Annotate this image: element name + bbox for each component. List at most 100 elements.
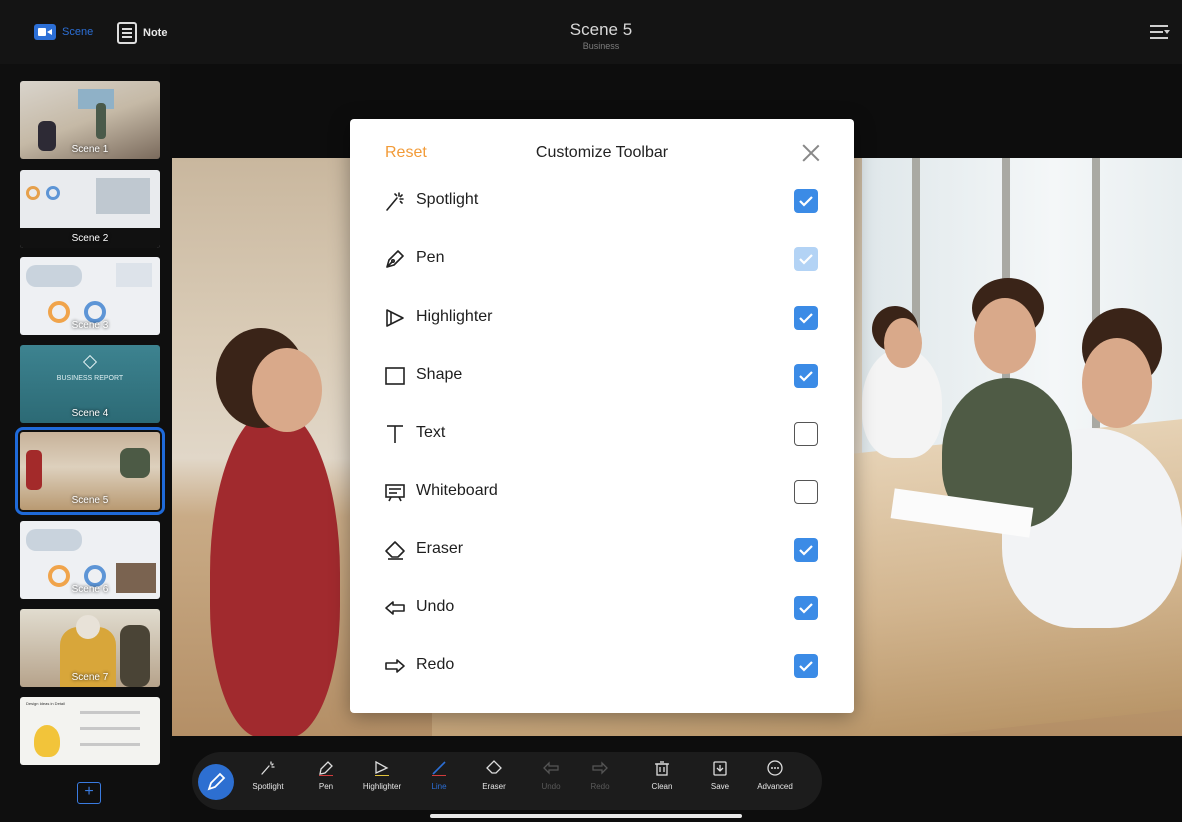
tool-eraser[interactable]: Eraser	[474, 760, 514, 800]
option-checkbox[interactable]	[794, 538, 818, 562]
scene-thumbnail-caption: BUSINESS REPORT	[56, 375, 124, 382]
option-checkbox[interactable]	[794, 364, 818, 388]
toolbar-option-spotlight[interactable]: Spotlight	[384, 186, 824, 216]
app-window: Scene Note Scene 5 Business Scene 1 Scen…	[0, 0, 1182, 822]
option-checkbox[interactable]	[794, 596, 818, 620]
note-mode-label: Note	[143, 27, 168, 39]
person-head	[1082, 338, 1152, 428]
scene-thumbnail[interactable]: BUSINESS REPORT Scene 4	[20, 345, 160, 423]
scene-title-block: Scene 5 Business	[491, 20, 711, 52]
option-label: Shape	[416, 366, 463, 383]
toolbar-option-highlighter[interactable]: Highlighter	[384, 303, 824, 333]
tool-label: Save	[710, 782, 730, 791]
undo-icon	[543, 761, 559, 775]
tool-label: Line	[431, 782, 447, 791]
note-mode-button[interactable]: Note	[117, 22, 167, 44]
eraser-icon	[385, 541, 405, 560]
tool-redo: Redo	[585, 760, 615, 800]
save-icon	[713, 761, 727, 776]
text-icon	[387, 425, 403, 443]
scene-thumbnail-label: Scene 4	[71, 408, 109, 419]
pen-icon	[386, 250, 404, 268]
toolbar-option-pen[interactable]: Pen	[384, 244, 824, 274]
highlighter-icon	[375, 760, 389, 776]
scene-thumbnail-label: Scene 1	[71, 144, 109, 155]
option-checkbox[interactable]	[794, 306, 818, 330]
scene-thumbnail-label: Scene 2	[71, 233, 109, 244]
scene-thumbnail[interactable]: Scene 7	[20, 609, 160, 687]
option-label: Highlighter	[416, 308, 493, 325]
trash-icon	[655, 761, 669, 776]
person-head	[884, 318, 922, 368]
undo-icon	[385, 601, 405, 615]
whiteboard-icon	[385, 484, 405, 502]
lightbulb-icon	[34, 725, 60, 757]
redo-icon	[385, 659, 405, 673]
option-checkbox[interactable]	[794, 189, 818, 213]
toolbar-option-text[interactable]: Text	[384, 419, 824, 449]
customize-toolbar-dialog: Reset Customize Toolbar Spotlight Pen Hi…	[350, 119, 854, 713]
tool-highlighter[interactable]: Highlighter	[352, 760, 412, 800]
tool-pen[interactable]: Pen	[309, 760, 343, 800]
option-checkbox[interactable]	[794, 654, 818, 678]
scene-logo-icon	[82, 354, 98, 370]
option-label: Undo	[416, 598, 455, 615]
tool-label: Undo	[541, 782, 561, 791]
scene-thumbnail[interactable]: Design Ideas in Detail	[20, 697, 160, 765]
toolbar-option-shape[interactable]: Shape	[384, 361, 824, 391]
option-label: Whiteboard	[416, 482, 498, 499]
menu-icon[interactable]	[1150, 23, 1170, 41]
option-checkbox	[794, 247, 818, 271]
tool-advanced[interactable]: Advanced	[752, 760, 798, 800]
option-label: Spotlight	[416, 191, 479, 208]
tool-label: Clean	[651, 782, 673, 791]
toolbar-option-undo[interactable]: Undo	[384, 593, 824, 623]
shape-icon	[385, 367, 405, 385]
toolbar-option-redo[interactable]: Redo	[384, 651, 824, 681]
option-label: Text	[416, 424, 446, 441]
person-figure	[210, 408, 340, 736]
pencil-icon	[207, 772, 226, 791]
person-head	[252, 348, 322, 432]
pen-icon	[319, 761, 333, 776]
spotlight-icon	[386, 192, 404, 211]
pen-toggle-button[interactable]	[198, 764, 234, 800]
spotlight-icon	[261, 761, 275, 775]
tool-line[interactable]: Line	[422, 760, 456, 800]
tool-label: Pen	[318, 782, 334, 791]
tool-save[interactable]: Save	[705, 760, 735, 800]
top-bar: Scene Note Scene 5 Business	[0, 0, 1182, 64]
option-checkbox[interactable]	[794, 422, 818, 446]
line-icon	[432, 761, 446, 776]
person-head	[974, 298, 1036, 374]
option-label: Pen	[416, 249, 445, 266]
camera-icon	[34, 24, 56, 40]
tool-spotlight[interactable]: Spotlight	[246, 760, 290, 800]
scene-thumbnail-label: Scene 7	[71, 672, 109, 683]
option-label: Redo	[416, 656, 455, 673]
tool-clean[interactable]: Clean	[645, 760, 679, 800]
scene-thumbnail[interactable]: Scene 6	[20, 521, 160, 599]
tool-label: Advanced	[757, 782, 793, 791]
scene-thumbnail[interactable]: Scene 2	[20, 170, 160, 248]
add-scene-button[interactable]: +	[77, 782, 101, 804]
tool-label: Highlighter	[362, 782, 402, 791]
scene-mode-button[interactable]: Scene	[34, 24, 93, 40]
toolbar-option-eraser[interactable]: Eraser	[384, 535, 824, 565]
option-checkbox[interactable]	[794, 480, 818, 504]
close-icon[interactable]	[802, 144, 820, 162]
scene-thumbnail[interactable]: Scene 1	[20, 81, 160, 159]
scene-thumbnail[interactable]: Scene 5	[15, 427, 165, 515]
dialog-title: Customize Toolbar	[535, 144, 669, 161]
scene-title: Scene 5	[569, 20, 633, 39]
home-indicator[interactable]	[430, 814, 742, 818]
scene-mode-label: Scene	[62, 26, 94, 38]
note-icon	[117, 22, 137, 44]
scene-thumbnail-label: Scene 5	[71, 495, 109, 506]
scene-thumbnail-label: Scene 6	[71, 584, 109, 595]
scene-thumbnail[interactable]: Scene 3	[20, 257, 160, 335]
tool-label: Eraser	[482, 782, 506, 791]
scene-thumbnail-caption: Design Ideas in Detail	[26, 701, 65, 706]
toolbar-option-whiteboard[interactable]: Whiteboard	[384, 477, 824, 507]
tool-undo: Undo	[536, 760, 566, 800]
